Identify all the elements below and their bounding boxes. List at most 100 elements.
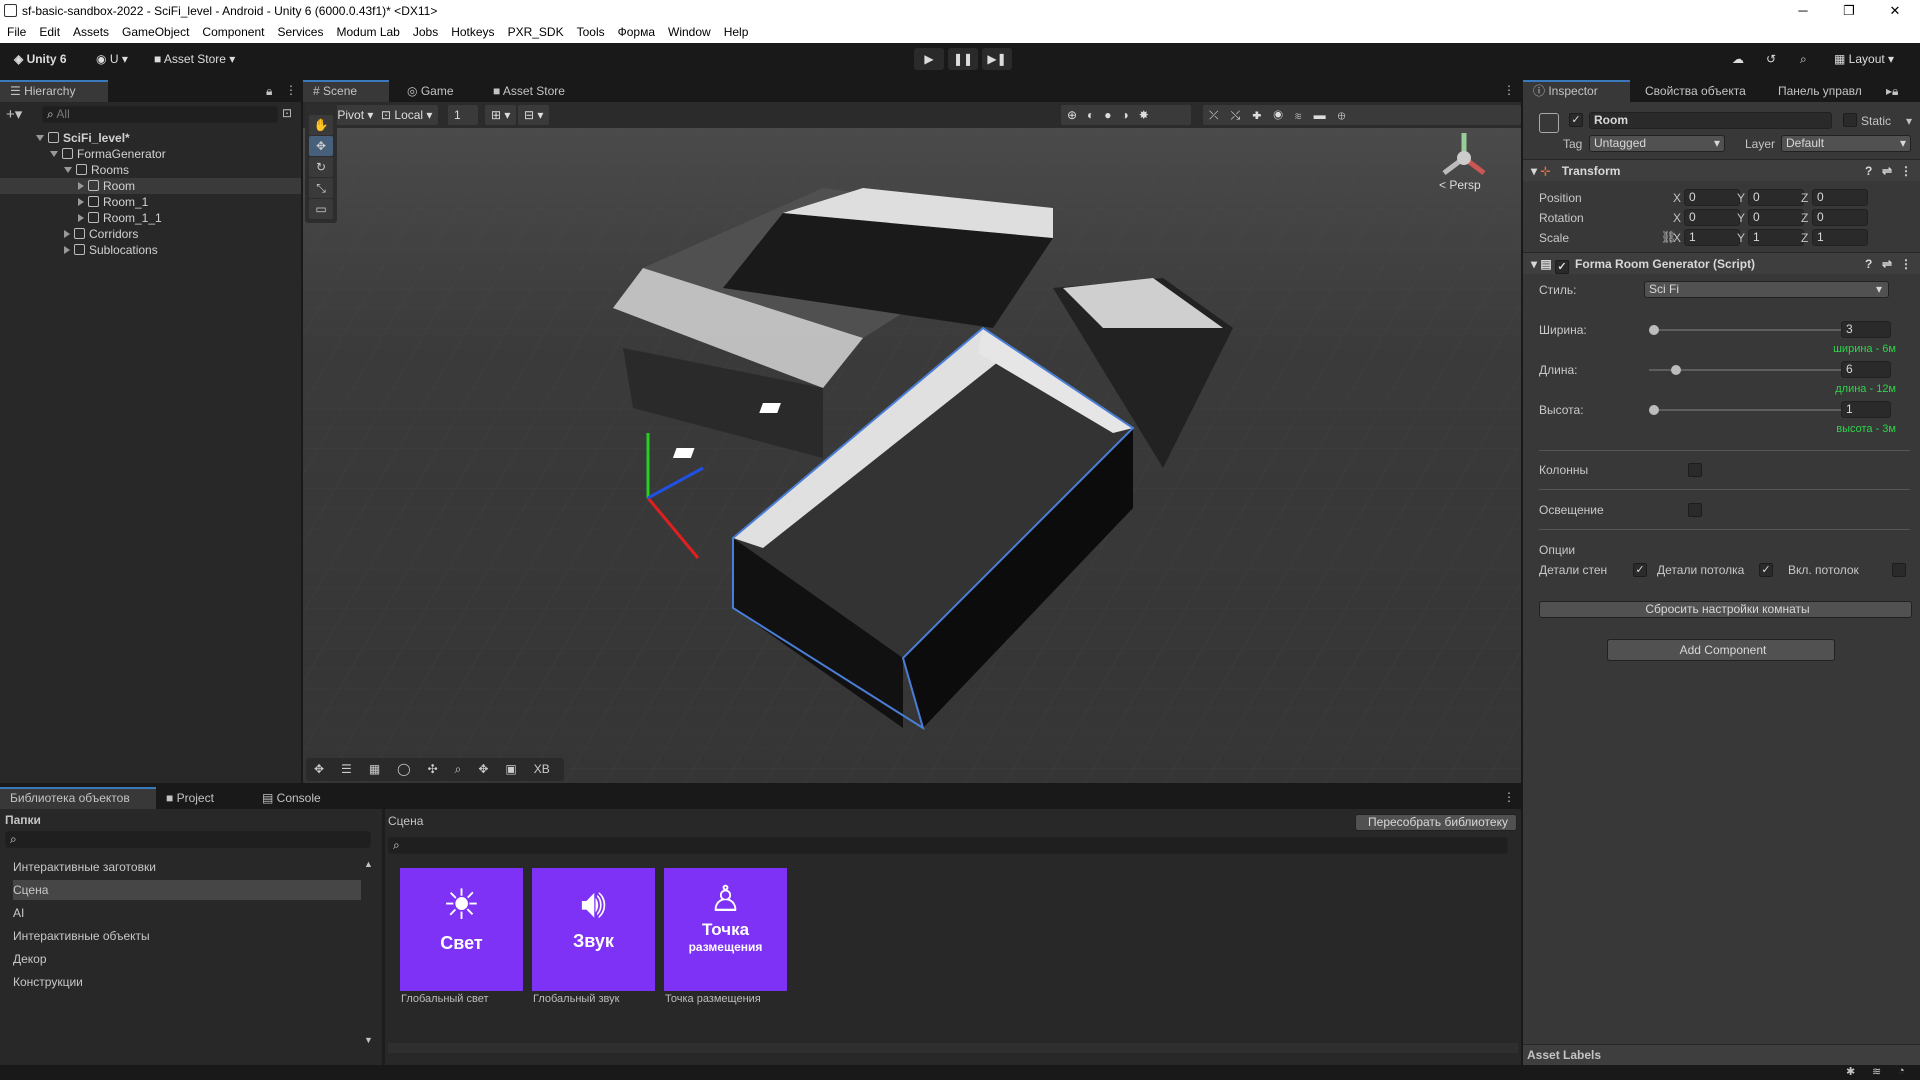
- scroll-down-icon[interactable]: ▼: [364, 1035, 373, 1045]
- grid-visibility-toggle[interactable]: ⊟ ▾: [518, 105, 550, 125]
- placement-point-card[interactable]: ♙ Точка размещения: [664, 868, 787, 991]
- library-search-input[interactable]: ⌕: [388, 837, 1508, 854]
- layout-dropdown[interactable]: ▦ Layout ▾: [1826, 48, 1902, 70]
- folder-item[interactable]: Декор: [13, 949, 361, 969]
- expand-arrow-icon[interactable]: [36, 135, 44, 141]
- menu-assets[interactable]: Assets: [66, 22, 115, 39]
- step-button[interactable]: ▶❚: [982, 48, 1012, 70]
- move-tool-icon[interactable]: ✥: [309, 136, 333, 156]
- folder-item[interactable]: Интерактивные объекты: [13, 926, 361, 946]
- menu-window[interactable]: Window: [661, 22, 717, 39]
- transform-header[interactable]: ▾ ⊹ Transform? ⇌ ⋮: [1523, 159, 1920, 181]
- preset-icon[interactable]: ⇌: [1882, 160, 1892, 182]
- reset-room-button[interactable]: Сбросить настройки комнаты: [1539, 601, 1912, 618]
- height-slider-knob[interactable]: [1649, 405, 1659, 415]
- hierarchy-item[interactable]: FormaGenerator: [0, 146, 301, 162]
- scene-view-options[interactable]: ⤫⤯✚◉≋▬⊕: [1203, 105, 1521, 125]
- perspective-label[interactable]: < Persp: [1439, 178, 1481, 192]
- width-field[interactable]: 3: [1841, 321, 1891, 338]
- scale-tool-icon[interactable]: ⤡: [309, 178, 333, 198]
- add-button[interactable]: +▾: [6, 105, 22, 123]
- more-icon[interactable]: ⋮: [285, 83, 297, 97]
- hierarchy-item[interactable]: Corridors: [0, 226, 301, 242]
- menu-tools[interactable]: Tools: [570, 22, 611, 39]
- scale-y-label[interactable]: Y: [1737, 231, 1745, 245]
- position-y-field[interactable]: 0: [1748, 189, 1804, 206]
- height-field[interactable]: 1: [1841, 401, 1891, 418]
- status-ok-icon[interactable]: ◔: [1898, 1065, 1905, 1077]
- expand-arrow-icon[interactable]: [64, 230, 70, 238]
- hand-tool-icon[interactable]: ✋: [309, 115, 333, 135]
- cloud-icon[interactable]: ☁: [1724, 48, 1752, 70]
- length-field[interactable]: 6: [1841, 361, 1891, 378]
- tab-scene[interactable]: # Scene: [303, 80, 389, 102]
- panel-divider[interactable]: [382, 809, 385, 1065]
- user-button[interactable]: ◉ U ▾: [88, 48, 136, 70]
- help-icon[interactable]: ?: [1865, 160, 1872, 182]
- minimize-icon[interactable]: ─: [1780, 0, 1826, 22]
- add-component-button[interactable]: Add Component: [1607, 639, 1835, 661]
- position-z-field[interactable]: 0: [1812, 189, 1868, 206]
- height-slider[interactable]: [1649, 401, 1844, 419]
- folder-item[interactable]: AI: [13, 903, 361, 923]
- expand-arrow-icon[interactable]: [50, 151, 58, 157]
- scroll-up-icon[interactable]: ▲: [364, 859, 373, 869]
- scene-viewport[interactable]: ✋ ✥ ↻ ⤡ ▭ < Persp ✥☰▦◯✣⌕✥▣XB: [303, 103, 1521, 783]
- menu-component[interactable]: Component: [195, 22, 270, 39]
- pause-button[interactable]: ❚❚: [948, 48, 978, 70]
- hierarchy-item[interactable]: Room_1: [0, 194, 301, 210]
- room-generator-header[interactable]: ▾ ▤ ✓ Forma Room Generator (Script)? ⇌ ⋮: [1523, 252, 1920, 274]
- hierarchy-item[interactable]: SciFi_level*: [0, 130, 301, 146]
- position-x-field[interactable]: 0: [1684, 189, 1740, 206]
- width-slider[interactable]: [1649, 321, 1844, 339]
- more-icon[interactable]: ⋮: [1503, 83, 1515, 97]
- search-options-icon[interactable]: ⊡: [282, 106, 292, 120]
- tab-hierarchy[interactable]: ☰ Hierarchy: [0, 80, 108, 102]
- menu-gameobject[interactable]: GameObject: [115, 22, 195, 39]
- hierarchy-item[interactable]: Room: [0, 178, 301, 194]
- static-checkbox[interactable]: [1843, 113, 1857, 127]
- bottom-scrollbar[interactable]: [388, 1043, 1518, 1053]
- menu-modum-lab[interactable]: Modum Lab: [329, 22, 405, 39]
- history-icon[interactable]: ↺: [1758, 48, 1784, 70]
- folder-search-input[interactable]: ⌕: [5, 831, 371, 848]
- scale-x-field[interactable]: 1: [1684, 229, 1740, 246]
- wall-details-checkbox[interactable]: ✓: [1633, 563, 1647, 577]
- tab-game[interactable]: ◎ Game: [397, 80, 464, 102]
- position-y-label[interactable]: Y: [1737, 191, 1745, 205]
- rotation-x-label[interactable]: X: [1673, 211, 1681, 225]
- rotation-y-label[interactable]: Y: [1737, 211, 1745, 225]
- hierarchy-search-input[interactable]: ⌕ All: [42, 106, 278, 123]
- close-icon[interactable]: ✕: [1872, 0, 1918, 22]
- length-slider[interactable]: [1649, 361, 1844, 379]
- tab-control-panel[interactable]: Панель управл: [1768, 80, 1872, 102]
- menu-pxr-sdk[interactable]: PXR_SDK: [501, 22, 570, 39]
- folder-item[interactable]: Сцена: [13, 880, 361, 900]
- tab-project[interactable]: ■ Project: [156, 787, 224, 809]
- light-card[interactable]: ☀ Свет: [400, 868, 523, 991]
- preset-icon[interactable]: ⇌: [1882, 253, 1892, 275]
- menu-file[interactable]: File: [0, 22, 32, 39]
- scale-z-field[interactable]: 1: [1812, 229, 1868, 246]
- folder-item[interactable]: Конструкции: [13, 972, 361, 992]
- static-dropdown[interactable]: ▾: [1906, 114, 1912, 128]
- rebuild-library-button[interactable]: Пересобрать библиотеку: [1355, 814, 1517, 831]
- xb-button[interactable]: XB: [534, 762, 550, 776]
- search-icon[interactable]: ⌕: [1792, 48, 1815, 70]
- asset-store-button[interactable]: ■ Asset Store ▾: [146, 48, 243, 70]
- width-slider-knob[interactable]: [1649, 325, 1659, 335]
- local-dropdown[interactable]: ⊡ Local ▾: [375, 105, 439, 125]
- tab-inspector[interactable]: ⓘ Inspector: [1523, 80, 1630, 102]
- object-name-field[interactable]: Room: [1589, 112, 1832, 129]
- lighting-checkbox[interactable]: [1688, 503, 1702, 517]
- draw-mode-toolbar[interactable]: ⊕◐●◑✸: [1061, 105, 1191, 125]
- grid-snap-toggle[interactable]: ⊞ ▾: [485, 105, 517, 125]
- script-enabled-checkbox[interactable]: ✓: [1555, 260, 1570, 274]
- hierarchy-item[interactable]: Rooms: [0, 162, 301, 178]
- style-dropdown[interactable]: Sci Fi ▾: [1644, 281, 1889, 298]
- tab-object-properties[interactable]: Свойства объекта: [1635, 80, 1756, 102]
- hierarchy-item[interactable]: Sublocations: [0, 242, 301, 258]
- tab-object-library[interactable]: Библиотека объектов: [0, 787, 156, 809]
- scale-z-label[interactable]: Z: [1801, 231, 1808, 245]
- menu-help[interactable]: Help: [717, 22, 755, 39]
